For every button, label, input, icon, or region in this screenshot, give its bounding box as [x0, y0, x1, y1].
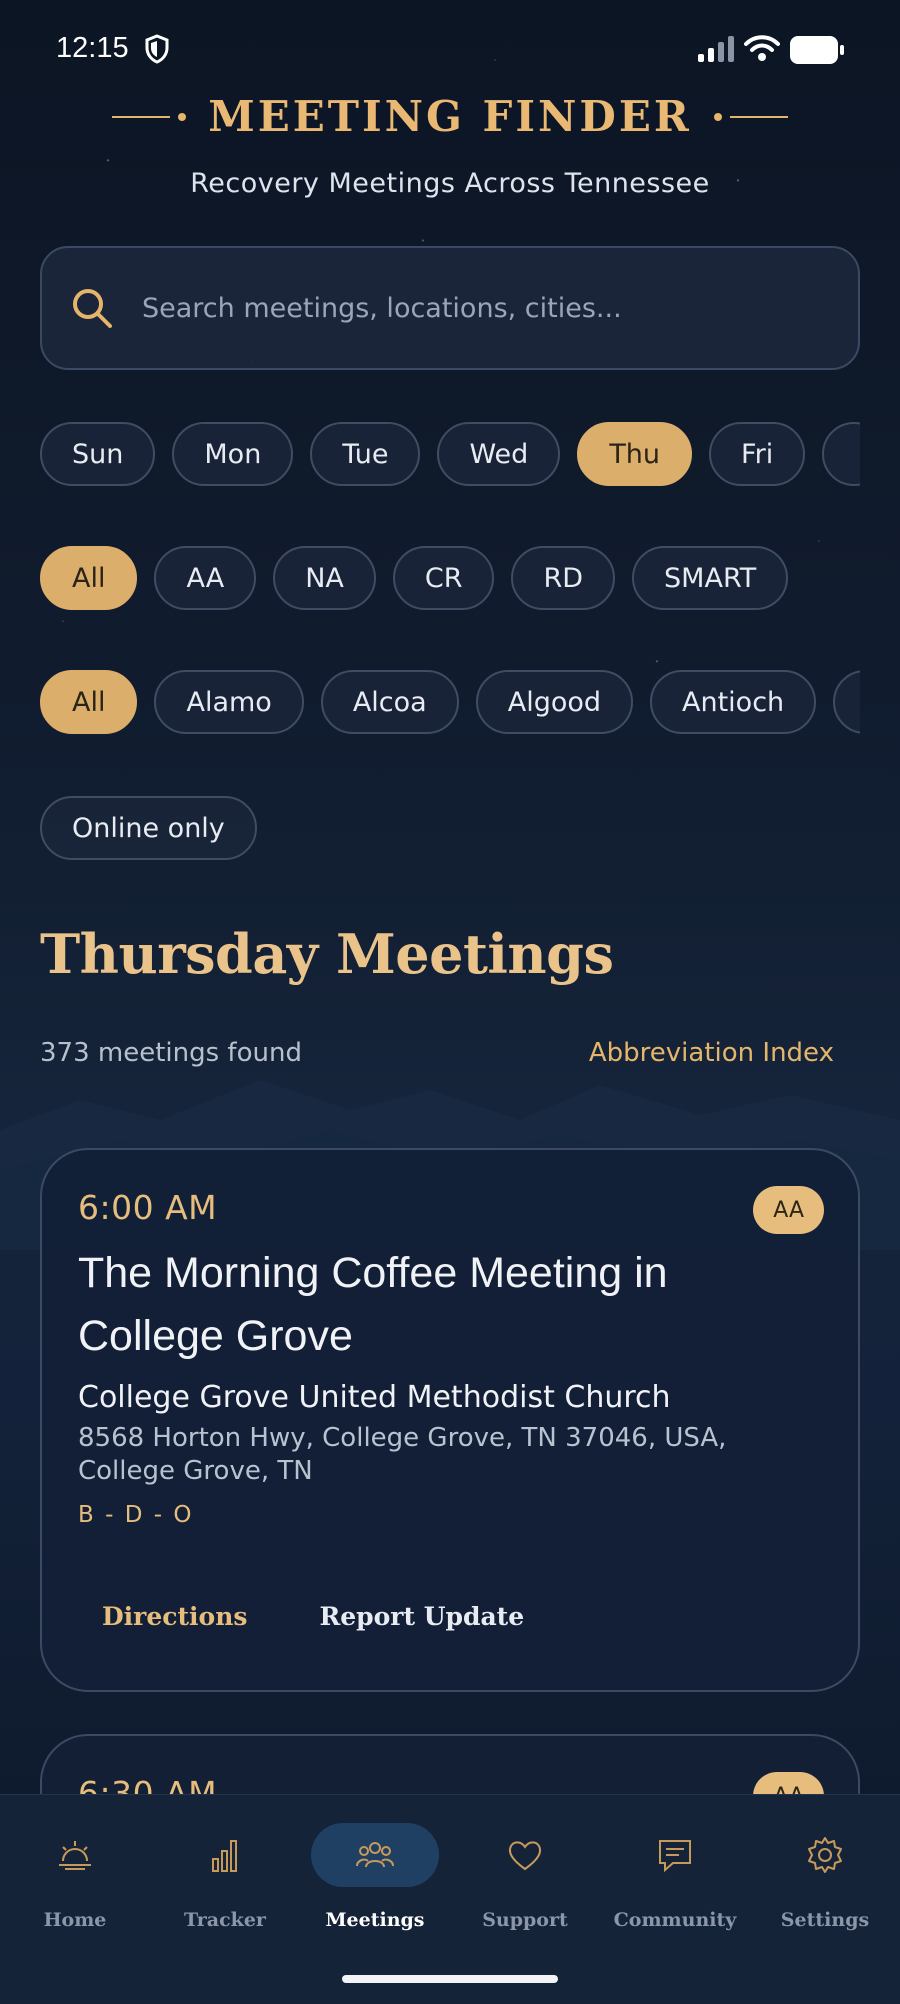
nav-icon-container [611, 1823, 739, 1887]
day-chip-mon[interactable]: Mon [172, 422, 294, 486]
gear-icon [808, 1837, 842, 1873]
type-filter-row: All AA NA CR RD SMART [40, 546, 860, 612]
nav-label: Settings [780, 1909, 870, 1931]
search-input[interactable] [142, 292, 858, 324]
status-time: 12:15 [56, 32, 129, 64]
report-update-button[interactable]: Report Update [295, 1588, 548, 1645]
search-bar[interactable] [40, 246, 860, 370]
meeting-venue: College Grove United Methodist Church [78, 1380, 671, 1415]
meeting-codes: B - D - O [78, 1502, 194, 1528]
nav-icon-container [11, 1823, 139, 1887]
nav-icon-container [461, 1823, 589, 1887]
type-chip-smart[interactable]: SMART [632, 546, 789, 610]
heart-icon [508, 1841, 542, 1871]
nav-label: Tracker [184, 1909, 266, 1931]
bottom-navigation: Home Tracker Meetings Support Community … [0, 1794, 900, 2004]
chat-icon [659, 1840, 691, 1873]
abbreviation-index-link[interactable]: Abbreviation Index [589, 1038, 834, 1068]
nav-label: Home [43, 1909, 107, 1931]
app-title: MEETING FINDER [208, 92, 692, 141]
meeting-count: 373 meetings found [40, 1038, 302, 1068]
app-subtitle: Recovery Meetings Across Tennessee [190, 168, 710, 199]
day-chip-wed[interactable]: Wed [437, 422, 561, 486]
day-chip-tue[interactable]: Tue [310, 422, 421, 486]
meeting-address: 8568 Horton Hwy, College Grove, TN 37046… [78, 1423, 727, 1486]
nav-support[interactable]: Support [450, 1823, 600, 1931]
app-header: MEETING FINDER [0, 92, 900, 141]
city-chip-all[interactable]: All [40, 670, 138, 734]
nav-label: Community [613, 1909, 737, 1931]
signal-icon [698, 36, 734, 62]
online-filter-row: Online only [40, 796, 860, 862]
type-chip-na[interactable]: NA [273, 546, 376, 610]
nav-tracker[interactable]: Tracker [150, 1823, 300, 1931]
people-icon [356, 1842, 394, 1868]
meeting-actions: Directions Report Update [78, 1588, 548, 1645]
nav-icon-container [161, 1823, 289, 1887]
day-chip-thu[interactable]: Thu [577, 422, 693, 486]
nav-label: Meetings [325, 1909, 425, 1931]
bar-chart-icon [212, 1840, 237, 1872]
city-chip-alamo[interactable]: Alamo [154, 670, 304, 734]
nav-settings[interactable]: Settings [750, 1823, 900, 1931]
nav-meetings[interactable]: Meetings [300, 1823, 450, 1931]
shield-icon [145, 34, 169, 64]
type-chip-aa[interactable]: AA [154, 546, 257, 610]
nav-label: Support [482, 1909, 568, 1931]
city-chip-next[interactable] [833, 670, 860, 734]
title-ornament-left [112, 112, 187, 121]
day-chip-sat[interactable] [822, 422, 860, 486]
sunrise-icon [59, 1841, 91, 1870]
type-chip-cr[interactable]: CR [392, 546, 495, 610]
city-chip-alcoa[interactable]: Alcoa [320, 670, 459, 734]
meeting-type-badge: AA [753, 1186, 824, 1234]
search-icon [73, 289, 112, 328]
nav-community[interactable]: Community [600, 1823, 750, 1931]
type-chip-rd[interactable]: RD [511, 546, 616, 610]
city-chip-algood[interactable]: Algood [475, 670, 634, 734]
directions-button[interactable]: Directions [78, 1588, 271, 1645]
home-indicator[interactable] [342, 1975, 558, 1983]
nav-icon-container [761, 1823, 889, 1887]
city-filter-row: All Alamo Alcoa Algood Antioch [40, 670, 860, 736]
section-title: Thursday Meetings [40, 922, 614, 986]
meeting-name: The Morning Coffee Meeting in College Gr… [78, 1249, 668, 1360]
battery-icon [790, 36, 844, 64]
nav-home[interactable]: Home [0, 1823, 150, 1931]
meeting-time: 6:00 AM [78, 1188, 218, 1227]
meeting-card[interactable]: 6:00 AM AA The Morning Coffee Meeting in… [40, 1148, 860, 1692]
title-ornament-right [713, 112, 788, 121]
day-chip-fri[interactable]: Fri [709, 422, 806, 486]
city-chip-antioch[interactable]: Antioch [650, 670, 817, 734]
status-bar: 12:15 [0, 0, 900, 100]
day-chip-sun[interactable]: Sun [40, 422, 156, 486]
type-chip-all[interactable]: All [40, 546, 138, 610]
nav-icon-container [311, 1823, 439, 1887]
online-only-toggle[interactable]: Online only [40, 796, 257, 860]
day-filter-row: Sun Mon Tue Wed Thu Fri [40, 422, 860, 488]
wifi-icon [744, 35, 780, 61]
